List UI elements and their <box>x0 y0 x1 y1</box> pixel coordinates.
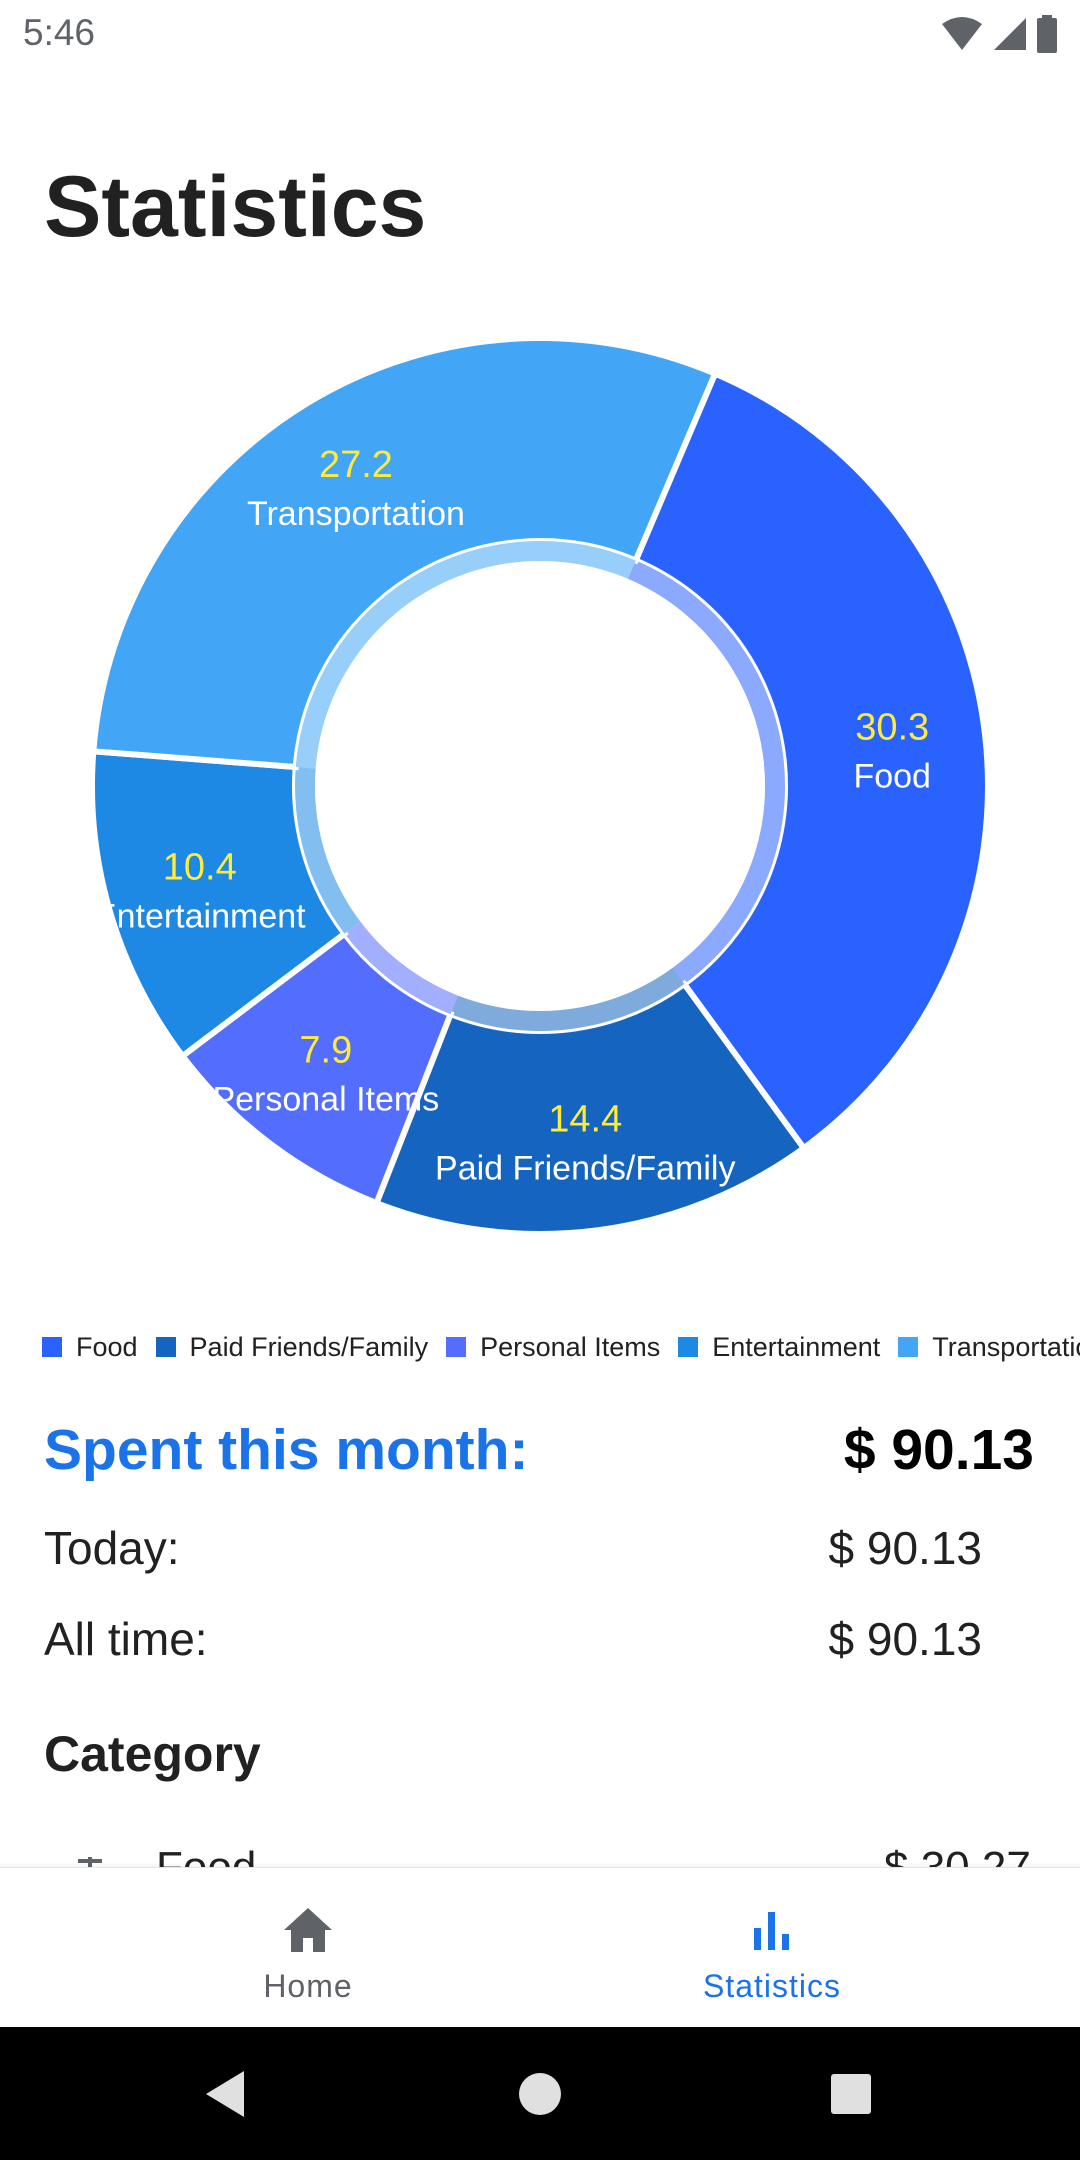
slice-label-food: Food <box>853 758 931 796</box>
slice-value-entertainment: 10.4 <box>163 847 237 889</box>
legend-swatch <box>155 1337 176 1357</box>
restaurant-icon <box>78 1857 102 1867</box>
slice-label-personal-items: Personal Items <box>212 1080 439 1118</box>
spent-month-value: $ 90.13 <box>843 1418 1034 1482</box>
spent-month-row: Spent this month: $ 90.13 <box>44 1412 1036 1488</box>
bar-chart-icon <box>754 1912 789 1950</box>
home-icon <box>284 1908 332 1952</box>
today-row: Today: $ 90.13 <box>44 1518 1036 1578</box>
back-icon <box>206 2071 244 2117</box>
status-bar: 5:46 <box>0 0 1080 66</box>
legend-label: Transportation <box>932 1331 1080 1362</box>
system-navigation-bar <box>0 2027 1080 2160</box>
all-time-value: $ 90.13 <box>828 1613 982 1665</box>
nav-statistics-label: Statistics <box>702 1968 842 2004</box>
nav-home-label: Home <box>263 1968 353 2004</box>
status-time: 5:46 <box>23 12 96 53</box>
legend-label: Personal Items <box>480 1331 661 1362</box>
category-name: Food <box>156 1845 256 1867</box>
wifi-icon <box>942 17 982 50</box>
slice-value-paid-friends-family: 14.4 <box>548 1099 622 1141</box>
category-section-title: Category <box>44 1726 261 1782</box>
chart-legend: Food Paid Friends/Family Personal Items Ent… <box>42 1327 1080 1367</box>
legend-swatch <box>446 1337 467 1357</box>
legend-label: Food <box>76 1331 138 1362</box>
spent-month-label: Spent this month: <box>44 1418 529 1482</box>
slice-value-transportation: 27.2 <box>319 444 393 486</box>
legend-item-food: Food <box>42 1332 138 1363</box>
all-time-label: All time: <box>44 1613 208 1665</box>
legend-item-paid-friends-family: Paid Friends/Family <box>155 1331 429 1363</box>
all-time-row: All time: $ 90.13 <box>44 1609 1036 1669</box>
legend-swatch <box>42 1337 62 1357</box>
home-circle-icon <box>519 2073 561 2115</box>
slice-label-paid-friends-family: Paid Friends/Family <box>435 1150 735 1188</box>
system-home-button[interactable] <box>480 2027 600 2160</box>
page-title: Statistics <box>44 159 427 255</box>
slice-value-food: 30.3 <box>855 707 929 749</box>
slice-label-transportation: Transportation <box>247 495 465 533</box>
status-icons <box>940 14 1058 54</box>
today-label: Today: <box>44 1522 180 1574</box>
legend-item-personal-items: Personal Items <box>446 1332 660 1363</box>
system-recents-button[interactable] <box>791 2027 911 2160</box>
system-back-button[interactable] <box>166 2027 286 2160</box>
legend-item-entertainment: Entertainment <box>678 1332 880 1363</box>
recents-icon <box>831 2074 871 2114</box>
legend-label: Entertainment <box>712 1331 881 1362</box>
today-value: $ 90.13 <box>828 1522 982 1574</box>
legend-swatch <box>898 1337 919 1357</box>
category-amount: $ 30.27 <box>884 1845 1031 1867</box>
donut-hole <box>315 561 765 1011</box>
slice-label-entertainment: Entertainment <box>94 898 306 936</box>
battery-icon <box>1037 15 1057 53</box>
expense-donut-chart[interactable]: 30.3 Food 14.4 Paid Friends/Family 7.9 Person… <box>0 300 1080 1260</box>
bottom-navigation: Home Statistics <box>0 1867 1080 2028</box>
legend-label: Paid Friends/Family <box>189 1331 429 1362</box>
category-list-item[interactable]: Food $ 30.27 <box>0 1845 1080 1867</box>
legend-item-transportation: Transportation <box>898 1332 1080 1363</box>
legend-swatch <box>678 1337 699 1357</box>
nav-home[interactable]: Home <box>158 1868 458 2028</box>
cell-signal-icon <box>994 18 1026 50</box>
slice-value-personal-items: 7.9 <box>299 1029 352 1071</box>
nav-statistics[interactable]: Statistics <box>622 1868 922 2028</box>
